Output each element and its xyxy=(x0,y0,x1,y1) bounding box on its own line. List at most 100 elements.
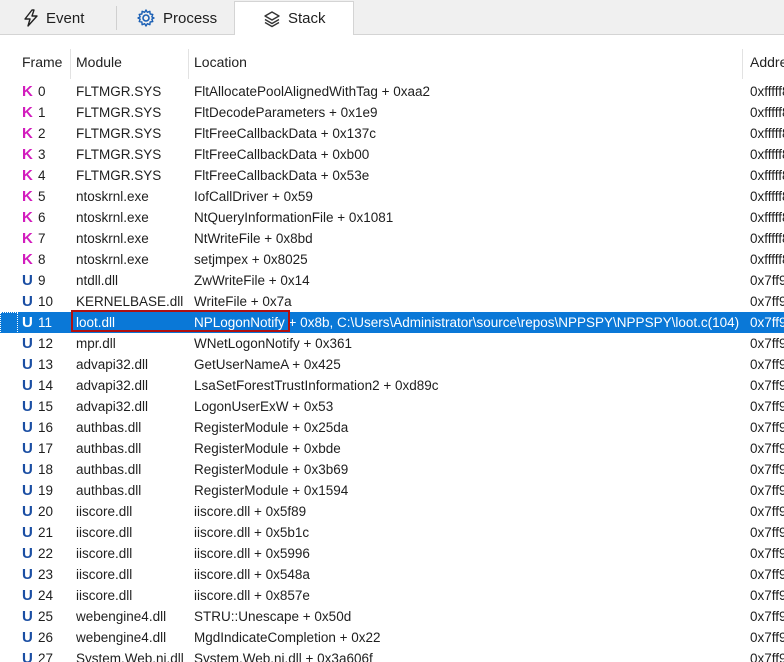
module-cell: iiscore.dll xyxy=(76,525,133,540)
table-row[interactable]: U 20 iiscore.dll iiscore.dll + 0x5f89 0x7ff9 xyxy=(0,501,784,522)
address-cell: 0xfffff8 xyxy=(750,210,784,225)
frame-number: 3 xyxy=(38,147,46,162)
tab-event-label: Event xyxy=(46,9,85,27)
kernel-frame-icon: K xyxy=(22,188,33,205)
module-cell: iiscore.dll xyxy=(76,546,133,561)
address-cell: 0x7ff9 xyxy=(750,567,784,582)
address-cell: 0xfffff8 xyxy=(750,189,784,204)
user-frame-icon: U xyxy=(22,629,33,646)
table-row[interactable]: U 16 authbas.dll RegisterModule + 0x25da 0x7… xyxy=(0,417,784,438)
module-cell: advapi32.dll xyxy=(76,357,149,372)
frame-cell: U9 xyxy=(22,270,72,291)
table-row[interactable]: U 18 authbas.dll RegisterModule + 0x3b69 0x7… xyxy=(0,459,784,480)
table-row[interactable]: U 24 iiscore.dll iiscore.dll + 0x857e 0x7ff9 xyxy=(0,585,784,606)
gear-icon xyxy=(136,8,156,28)
column-divider[interactable] xyxy=(188,49,189,79)
module-cell: loot.dll xyxy=(76,315,116,330)
column-header-location[interactable]: Location xyxy=(194,45,247,79)
table-row[interactable]: U 14 advapi32.dll LsaSetForestTrustInformat… xyxy=(0,375,784,396)
location-cell: MgdIndicateCompletion + 0x22 xyxy=(194,630,381,645)
user-frame-icon: U xyxy=(22,272,33,289)
address-cell: 0x7ff9 xyxy=(750,630,784,645)
table-row[interactable]: U 15 advapi32.dll LogonUserExW + 0x53 0x7ff9 xyxy=(0,396,784,417)
address-cell: 0x7ff9 xyxy=(750,294,784,309)
user-frame-icon: U xyxy=(22,608,33,625)
table-row[interactable]: U 9 ntdll.dll ZwWriteFile + 0x14 0x7ff9 xyxy=(0,270,784,291)
column-header-module[interactable]: Module xyxy=(76,45,122,79)
table-row[interactable]: U 19 authbas.dll RegisterModule + 0x1594 0x7… xyxy=(0,480,784,501)
frame-number: 0 xyxy=(38,84,46,99)
table-row[interactable]: U 10 KERNELBASE.dll WriteFile + 0x7a 0x7ff9 xyxy=(0,291,784,312)
frame-cell: U 17 xyxy=(22,438,72,459)
table-row[interactable]: K 4 FLTMGR.SYS FltFreeCallbackData + 0x53e 0… xyxy=(0,165,784,186)
table-row[interactable]: U 23 iiscore.dll iiscore.dll + 0x548a 0x7ff9 xyxy=(0,564,784,585)
location-cell: RegisterModule + 0xbde xyxy=(194,441,341,456)
frame-cell: K5 xyxy=(22,186,72,207)
frame-cell: U 18 xyxy=(22,459,72,480)
frame-cell: K1 xyxy=(22,102,72,123)
location-cell: FltFreeCallbackData + 0xb00 xyxy=(194,147,370,162)
frame-cell: U 11 xyxy=(22,312,72,333)
module-cell: mpr.dll xyxy=(76,336,116,351)
user-frame-icon: U xyxy=(22,314,33,331)
table-row[interactable]: U 22 iiscore.dll iiscore.dll + 0x5996 0x7ff9 xyxy=(0,543,784,564)
table-row[interactable]: U 27 System.Web.ni.dll System.Web.ni.dll + … xyxy=(0,648,784,662)
tab-process-label: Process xyxy=(163,9,218,27)
address-cell: 0x7ff9 xyxy=(750,483,784,498)
location-cell: setjmpex + 0x8025 xyxy=(194,252,308,267)
location-cell: iiscore.dll + 0x857e xyxy=(194,588,310,603)
location-cell: LogonUserExW + 0x53 xyxy=(194,399,334,414)
tab-event[interactable]: Event xyxy=(3,3,115,33)
table-row[interactable]: U 13 advapi32.dll GetUserNameA + 0x425 0x7ff… xyxy=(0,354,784,375)
layers-icon xyxy=(263,10,281,28)
module-cell: authbas.dll xyxy=(76,441,142,456)
frame-number: 6 xyxy=(38,210,46,225)
module-cell: System.Web.ni.dll xyxy=(76,651,184,662)
user-frame-icon: U xyxy=(22,524,33,541)
location-cell: RegisterModule + 0x25da xyxy=(194,420,349,435)
frame-number: 2 xyxy=(38,126,46,141)
table-row[interactable]: K 3 FLTMGR.SYS FltFreeCallbackData + 0xb00 0… xyxy=(0,144,784,165)
frame-cell: U 26 xyxy=(22,627,72,648)
table-row[interactable]: K 6 ntoskrnl.exe NtQueryInformationFile + 0… xyxy=(0,207,784,228)
tab-process[interactable]: Process xyxy=(118,3,232,33)
table-row[interactable]: U 21 iiscore.dll iiscore.dll + 0x5b1c 0x7ff9 xyxy=(0,522,784,543)
column-header-frame[interactable]: Frame xyxy=(22,45,62,79)
module-cell: authbas.dll xyxy=(76,483,142,498)
location-cell: iiscore.dll + 0x5b1c xyxy=(194,525,310,540)
location-cell: IofCallDriver + 0x59 xyxy=(194,189,313,204)
table-row[interactable]: K 1 FLTMGR.SYS FltDecodeParameters + 0x1e9 0… xyxy=(0,102,784,123)
address-cell: 0x7ff9 xyxy=(750,525,784,540)
module-cell: advapi32.dll xyxy=(76,399,149,414)
table-row[interactable]: K8 ntoskrnl.exe setjmpex + 0x8025 0xfffff8 xyxy=(0,249,784,270)
frame-number: 9 xyxy=(38,273,46,288)
table-row[interactable]: U 12 mpr.dll WNetLogonNotify + 0x361 0x7ff9 xyxy=(0,333,784,354)
frame-cell: U 14 xyxy=(22,375,72,396)
frame-cell: U 13 xyxy=(22,354,72,375)
column-divider[interactable] xyxy=(70,49,71,79)
table-row[interactable]: K 0 FLTMGR.SYS FltAllocatePoolAlignedWithTa… xyxy=(0,81,784,102)
tab-stack[interactable]: Stack xyxy=(234,1,354,35)
location-cell: ZwWriteFile + 0x14 xyxy=(194,273,310,288)
table-row[interactable]: U 11 loot.dll NPLogonNotify + 0x8b, C:\User… xyxy=(0,310,784,334)
address-cell: 0x7ff9 xyxy=(750,336,784,351)
table-row[interactable]: U 17 authbas.dll RegisterModule + 0xbde 0x7f… xyxy=(0,438,784,459)
module-cell: FLTMGR.SYS xyxy=(76,147,162,162)
frame-cell: U 21 xyxy=(22,522,72,543)
address-cell: 0x7ff9 xyxy=(750,651,784,662)
frame-number: 8 xyxy=(38,252,46,267)
address-cell: 0x7ff9 xyxy=(750,504,784,519)
user-frame-icon: U xyxy=(22,503,33,520)
module-cell: authbas.dll xyxy=(76,420,142,435)
table-row[interactable]: K 5 ntoskrnl.exe IofCallDriver + 0x59 0xffff… xyxy=(0,186,784,207)
column-divider[interactable] xyxy=(742,49,743,79)
frame-number: 10 xyxy=(38,294,54,309)
column-header-address[interactable]: Addre xyxy=(750,45,784,79)
table-row[interactable]: K 2 FLTMGR.SYS FltFreeCallbackData + 0x137c… xyxy=(0,123,784,144)
address-cell: 0x7ff9 xyxy=(750,462,784,477)
table-row[interactable]: U 25 webengine4.dll STRU::Unescape + 0x50d 0… xyxy=(0,606,784,627)
table-row[interactable]: U 26 webengine4.dll MgdIndicateCompletion +… xyxy=(0,627,784,648)
address-cell: 0x7ff9 xyxy=(750,399,784,414)
kernel-frame-icon: K xyxy=(22,209,33,226)
table-row[interactable]: K 7 ntoskrnl.exe NtWriteFile + 0x8bd 0xfffff… xyxy=(0,228,784,249)
